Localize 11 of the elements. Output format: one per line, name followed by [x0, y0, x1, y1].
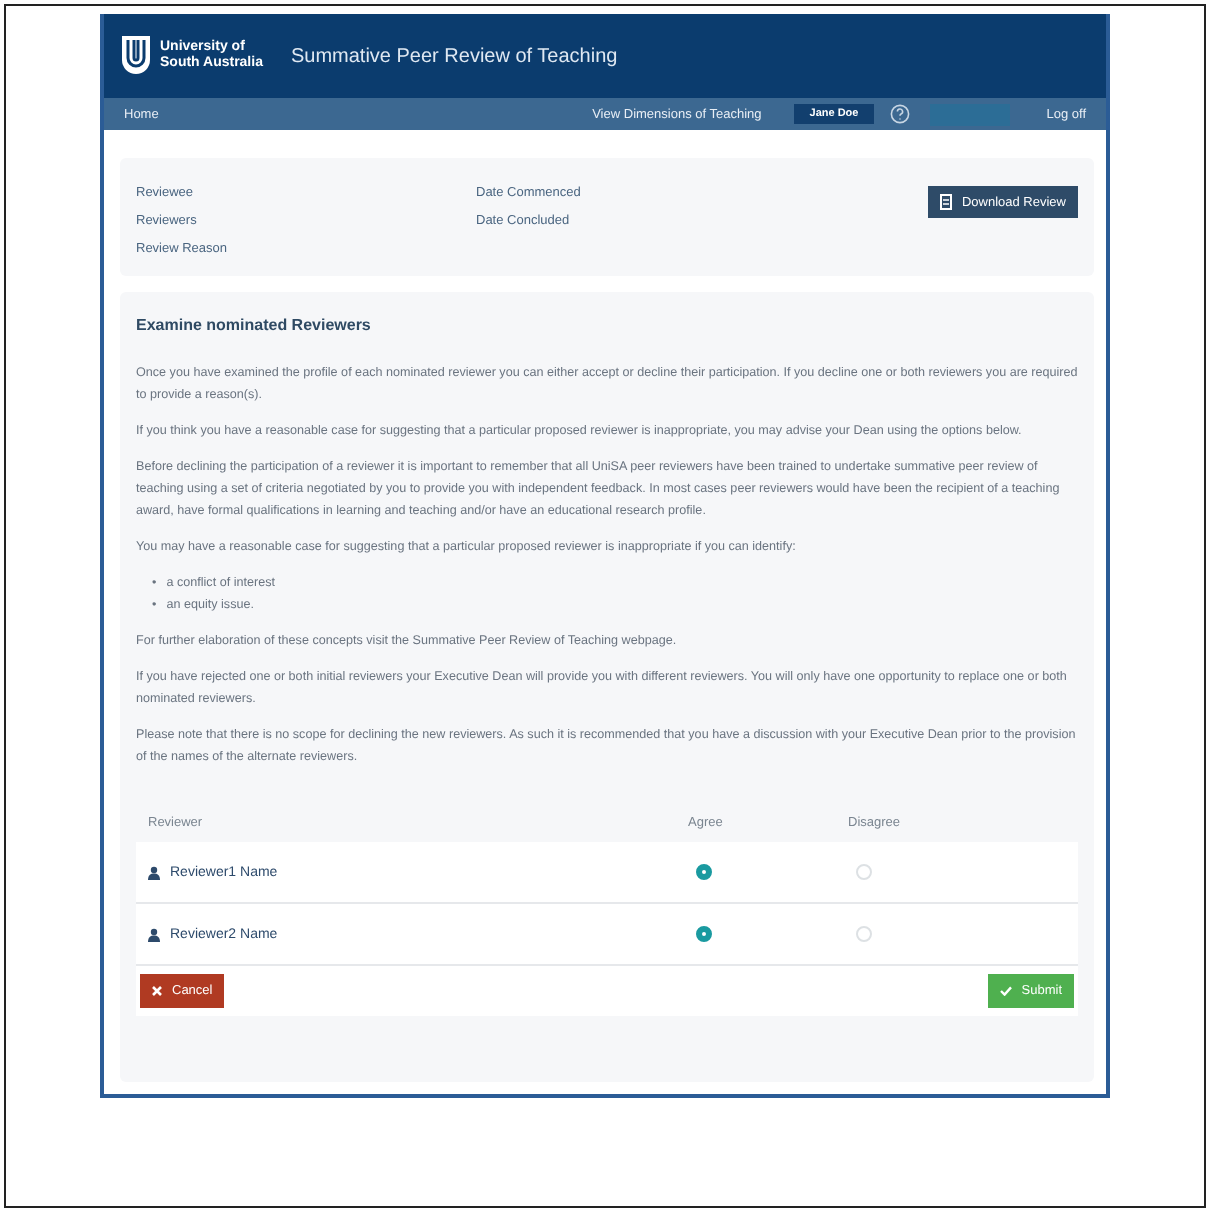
check-icon — [999, 986, 1012, 996]
close-icon — [152, 986, 162, 996]
person-icon — [148, 865, 160, 879]
help-icon[interactable] — [890, 104, 911, 124]
section-title: Examine nominated Reviewers — [136, 316, 373, 334]
radio-button[interactable] — [696, 864, 712, 880]
app-title: Summative Peer Review of Teaching — [290, 45, 618, 67]
document-icon — [939, 194, 952, 210]
university-logo-icon — [120, 34, 152, 78]
person-icon — [148, 927, 160, 941]
radio-button[interactable] — [696, 926, 712, 942]
